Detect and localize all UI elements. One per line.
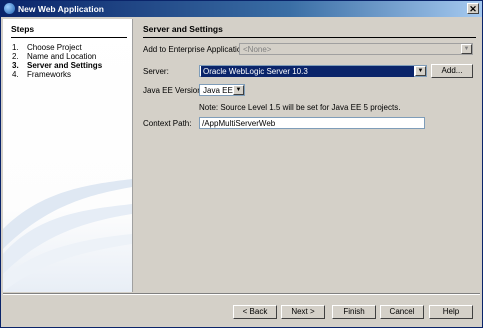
footer-divider bbox=[3, 293, 480, 295]
chevron-down-icon: ▼ bbox=[415, 66, 426, 76]
back-button[interactable]: < Back bbox=[233, 305, 277, 319]
step-label: Frameworks bbox=[27, 70, 72, 79]
javaee-version-combo[interactable]: Java EE 5 ▼ bbox=[199, 84, 245, 96]
next-button[interactable]: Next > bbox=[281, 305, 325, 319]
finish-button[interactable]: Finish bbox=[332, 305, 376, 319]
javaee-version-label: Java EE Version: bbox=[143, 86, 204, 95]
step-number: 2. bbox=[12, 52, 19, 61]
decorative-swoosh-graphic bbox=[3, 179, 132, 292]
steps-title: Steps bbox=[11, 24, 35, 34]
add-server-button[interactable]: Add... bbox=[431, 64, 473, 78]
context-path-field[interactable]: /AppMultiServerWeb bbox=[199, 117, 425, 129]
step-label: Name and Location bbox=[27, 52, 97, 61]
cancel-button[interactable]: Cancel bbox=[380, 305, 424, 319]
new-web-application-dialog: New Web Application ✕ Steps 1. Choose Pr… bbox=[0, 0, 483, 328]
step-number: 1. bbox=[12, 43, 19, 52]
title-bar: New Web Application ✕ bbox=[1, 1, 482, 17]
help-button[interactable]: Help bbox=[429, 305, 473, 319]
step-label: Server and Settings bbox=[27, 61, 103, 70]
step-label: Choose Project bbox=[27, 43, 82, 52]
step-number: 4. bbox=[12, 70, 19, 79]
chevron-down-icon: ▼ bbox=[461, 44, 472, 54]
context-path-label: Context Path: bbox=[143, 119, 192, 128]
steps-panel: Steps 1. Choose Project 2. Name and Loca… bbox=[3, 19, 133, 292]
server-label: Server: bbox=[143, 67, 169, 76]
step-number: 3. bbox=[12, 61, 19, 70]
enterprise-app-label: Add to Enterprise Application: bbox=[143, 45, 248, 54]
page-title: Server and Settings bbox=[143, 24, 223, 34]
server-settings-panel: Server and Settings Add to Enterprise Ap… bbox=[133, 19, 481, 292]
server-value: Oracle WebLogic Server 10.3 bbox=[201, 66, 414, 77]
steps-divider bbox=[11, 37, 127, 38]
server-combo[interactable]: Oracle WebLogic Server 10.3 ▼ bbox=[199, 65, 427, 77]
close-icon[interactable]: ✕ bbox=[467, 3, 479, 14]
title-divider bbox=[143, 37, 476, 38]
window-title: New Web Application bbox=[18, 4, 104, 14]
chevron-down-icon: ▼ bbox=[233, 85, 244, 95]
source-level-note: Note: Source Level 1.5 will be set for J… bbox=[199, 103, 401, 112]
enterprise-app-combo[interactable]: <None> ▼ bbox=[239, 43, 473, 55]
enterprise-app-value: <None> bbox=[243, 45, 272, 54]
context-path-value: /AppMultiServerWeb bbox=[202, 119, 276, 128]
app-icon bbox=[4, 3, 15, 14]
